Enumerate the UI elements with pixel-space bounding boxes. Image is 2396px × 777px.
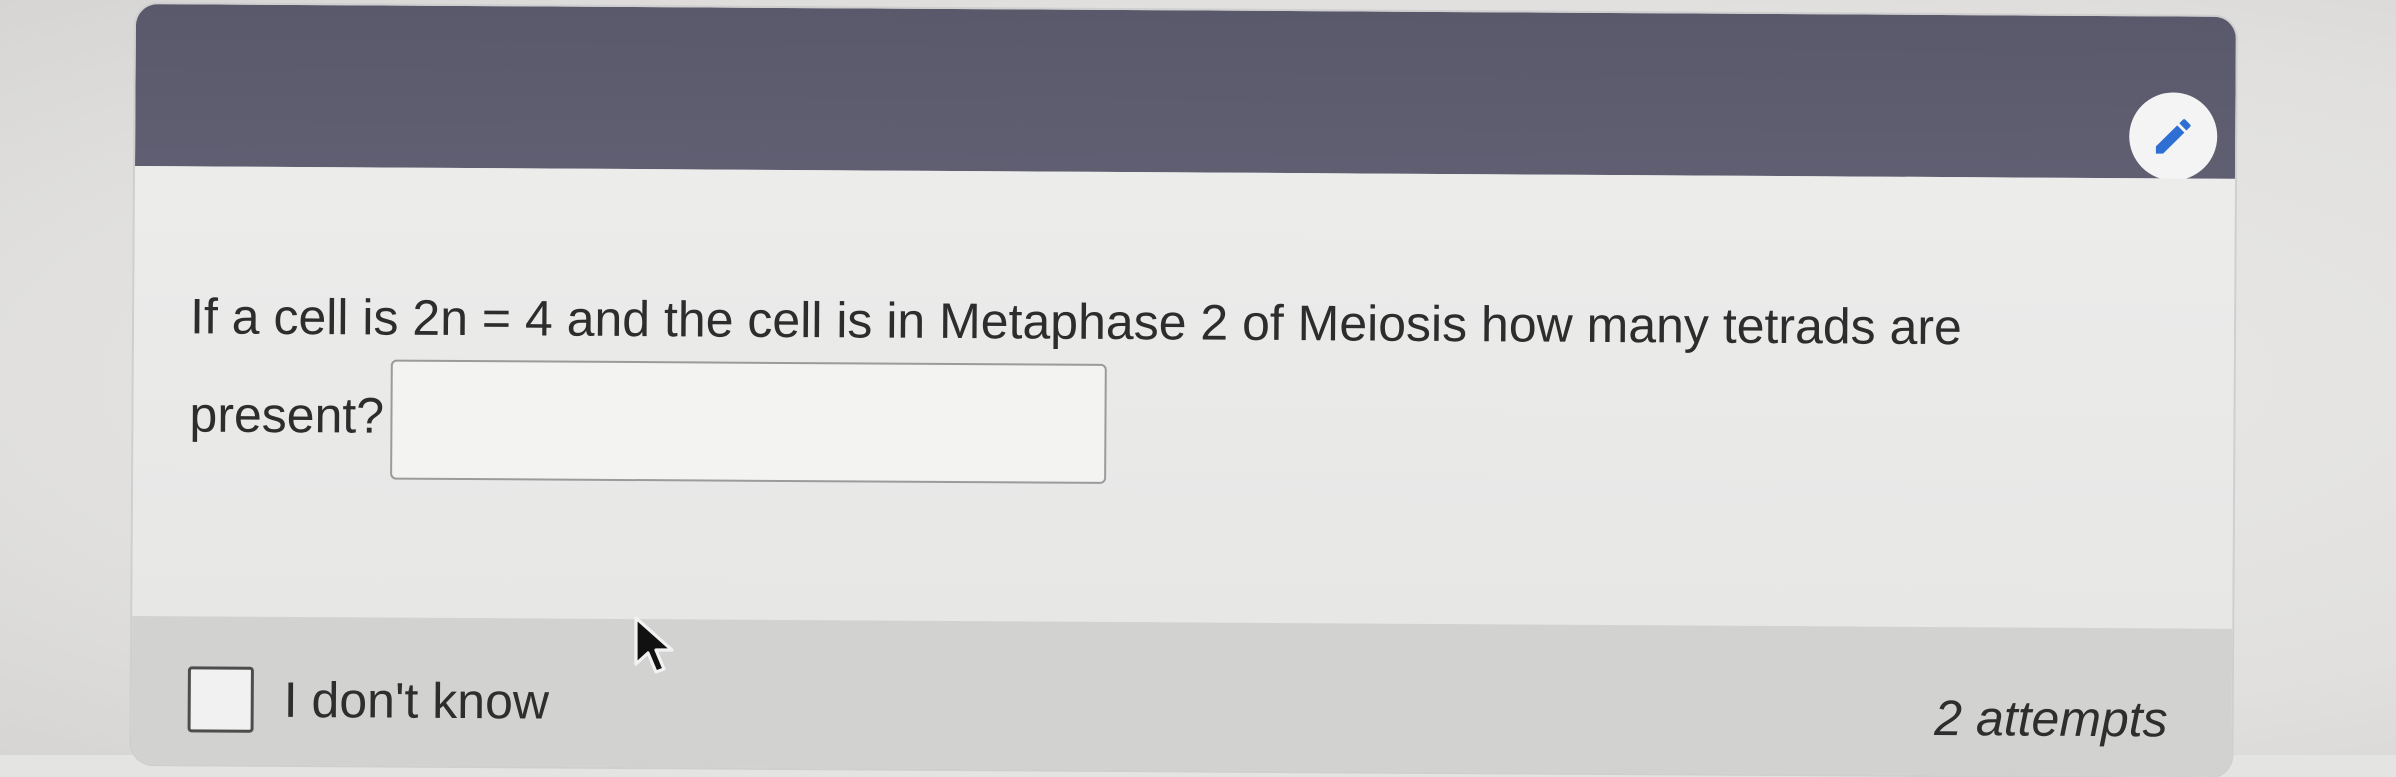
question-text-line1: If a cell is 2n = 4 and the cell is in M… (189, 288, 1962, 356)
pencil-icon (2155, 119, 2191, 154)
card-header (135, 4, 2236, 179)
card-footer: I don't know 2 attempts (131, 615, 2233, 777)
question-prompt: If a cell is 2n = 4 and the cell is in M… (189, 274, 2090, 490)
answer-input[interactable] (389, 359, 1107, 484)
dont-know-option[interactable]: I don't know (187, 666, 550, 734)
question-area: If a cell is 2n = 4 and the cell is in M… (132, 165, 2235, 629)
dont-know-checkbox[interactable] (187, 666, 254, 733)
question-card: If a cell is 2n = 4 and the cell is in M… (131, 4, 2236, 777)
mouse-pointer-icon (634, 616, 674, 674)
attempts-count: 2 attempts (1934, 689, 2168, 748)
dont-know-label: I don't know (283, 671, 550, 730)
edit-button[interactable] (2128, 92, 2218, 181)
question-text-line2: present? (189, 386, 385, 444)
